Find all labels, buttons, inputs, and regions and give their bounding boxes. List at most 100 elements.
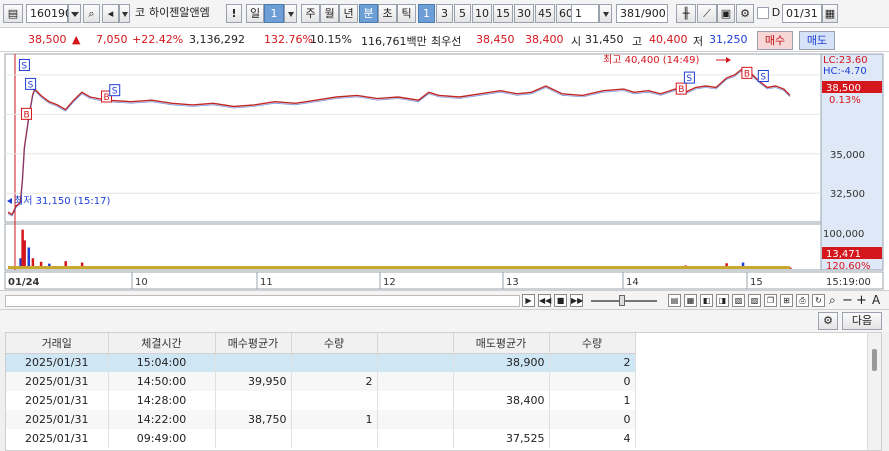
period-minute-button[interactable]: 분	[359, 4, 378, 23]
overlay-icon[interactable]: ◨	[716, 294, 729, 307]
minute-option-5[interactable]: 5	[454, 4, 471, 23]
stop-icon[interactable]: ■	[554, 294, 567, 307]
calendar-icon[interactable]: ▦	[822, 4, 838, 23]
pattern-icon[interactable]: ▧	[732, 294, 745, 307]
price-chart[interactable]: BBBBSSSSS 32,500 35,000 최고 40,400 (14:49)…	[0, 52, 889, 290]
table-row[interactable]: 2025/01/31 14:28:00 38,400 1	[6, 391, 636, 410]
refresh-icon[interactable]: ↻	[812, 294, 825, 307]
print-icon[interactable]: ⎙	[796, 294, 809, 307]
col-exec-time[interactable]: 체결시간	[108, 333, 216, 354]
code-dropdown-button[interactable]	[68, 4, 81, 23]
minute-option-15[interactable]: 15	[493, 4, 513, 23]
chart-canvas[interactable]: BBBBSSSS S 32,50035,000 최고 40,400 (14:49)…	[0, 52, 889, 290]
menu-icon[interactable]: ▤	[3, 4, 23, 23]
scroll-thumb[interactable]	[872, 349, 877, 371]
bar-max: /900	[641, 7, 666, 20]
period-second-button[interactable]: 초	[378, 4, 397, 23]
period-tick-button[interactable]: 틱	[397, 4, 416, 23]
next-button[interactable]: 다음	[842, 312, 882, 330]
high-price: 40,400	[649, 33, 688, 46]
fill-icon[interactable]: ▨	[748, 294, 761, 307]
zoom-slider-handle[interactable]	[619, 295, 625, 306]
scroll-right-icon[interactable]: ▶	[522, 294, 535, 307]
price-change: 7,050	[96, 33, 128, 46]
date-input[interactable]: 01/31	[782, 4, 822, 23]
minute-option-10[interactable]: 10	[472, 4, 492, 23]
cell-buy-qty: 1	[291, 410, 378, 429]
period-week-button[interactable]: 주	[301, 4, 320, 23]
high-annotation: 최고 40,400 (14:49)	[603, 54, 699, 66]
volume-axis-max: 100,000	[823, 229, 864, 240]
volume-current-label: 13,471	[826, 249, 861, 260]
split-icon[interactable]: ◧	[700, 294, 713, 307]
minute-option-45[interactable]: 45	[535, 4, 555, 23]
period-num-input[interactable]: 1	[264, 4, 284, 23]
period-year-button[interactable]: 년	[339, 4, 358, 23]
table-row[interactable]: 2025/01/31 09:49:00 37,525 4	[6, 429, 636, 448]
buy-button[interactable]: 매수	[757, 31, 793, 50]
volume-ratio: 132.76%	[264, 33, 313, 46]
period-dropdown-button[interactable]	[284, 4, 297, 23]
buy-marker-label: B	[744, 69, 750, 79]
volume-rate-label: 120.60%	[826, 261, 871, 272]
date-checkbox[interactable]	[757, 7, 769, 19]
sell-marker-label: S	[21, 61, 27, 71]
table-row[interactable]: 2025/01/31 14:50:00 39,950 2 0	[6, 372, 636, 391]
speaker-icon[interactable]: ◂	[102, 4, 119, 23]
bar-count-input[interactable]: 381/900	[616, 4, 668, 23]
stock-code-input[interactable]: 160190	[26, 4, 72, 23]
cell-blank	[377, 391, 454, 410]
table-row[interactable]: 2025/01/31 14:22:00 38,750 1 0	[6, 410, 636, 429]
col-sell-qty[interactable]: 수량	[549, 333, 636, 354]
date-check-label: D	[771, 6, 781, 19]
zoom-in-icon[interactable]: +	[856, 293, 867, 308]
search-icon[interactable]: ⌕	[83, 4, 100, 23]
count-dropdown-button[interactable]	[599, 4, 612, 23]
magnify-icon[interactable]: ⌕	[829, 293, 836, 308]
gear-icon[interactable]: ⚙	[818, 312, 838, 330]
font-size-icon[interactable]: A	[872, 293, 880, 307]
count-input[interactable]: 1	[571, 4, 599, 23]
save-icon[interactable]: ▣	[717, 4, 735, 23]
open-label: 시	[571, 35, 582, 48]
volume-bar	[27, 247, 31, 269]
copy-icon[interactable]: ❐	[764, 294, 777, 307]
minute-option-3[interactable]: 3	[436, 4, 453, 23]
period-month-button[interactable]: 월	[320, 4, 339, 23]
layout-icon[interactable]: ▤	[668, 294, 681, 307]
vertical-scrollbar[interactable]	[867, 333, 881, 450]
cell-blank	[377, 372, 454, 391]
change-rate: +22.42%	[132, 33, 184, 46]
cell-trade-date: 2025/01/31	[6, 372, 109, 391]
zoom-out-icon[interactable]: −	[842, 293, 853, 308]
fast-forward-icon[interactable]: ▶▶	[570, 294, 583, 307]
chart-toolbar: ▤ 160190 ⌕ ◂ 코 하이젠알앤엠 ! 일 1 주 월 년 분 초 틱 …	[0, 0, 889, 28]
speaker-dropdown-button[interactable]	[119, 4, 130, 23]
minute-option-1[interactable]: 1	[418, 4, 435, 23]
bar-count: 381	[620, 7, 641, 20]
cell-exec-time: 09:49:00	[108, 429, 216, 448]
period-day-button[interactable]: 일	[246, 4, 264, 23]
export-icon[interactable]: ⊞	[780, 294, 793, 307]
candle-tool-icon[interactable]: ╫	[676, 4, 696, 23]
warning-button[interactable]: !	[226, 4, 242, 23]
buy-marker-label: B	[104, 93, 110, 103]
low-label: 저	[693, 35, 704, 48]
grid-icon[interactable]: ▦	[684, 294, 697, 307]
sell-button[interactable]: 매도	[799, 31, 835, 50]
col-buy-qty[interactable]: 수량	[291, 333, 378, 354]
table-row[interactable]: 2025/01/31 15:04:00 38,900 2	[6, 353, 636, 372]
col-sell-avg[interactable]: 매도평균가	[453, 333, 550, 354]
line-draw-icon[interactable]: ⟋	[697, 4, 717, 23]
fast-rewind-icon[interactable]: ◀◀	[538, 294, 551, 307]
time-tick-label: 11	[260, 277, 273, 288]
minute-option-30[interactable]: 30	[514, 4, 534, 23]
high-label: 고	[632, 35, 643, 48]
col-buy-avg[interactable]: 매수평균가	[215, 333, 292, 354]
time-tick-label: 12	[383, 277, 396, 288]
cell-buy-avg	[215, 353, 292, 372]
col-trade-date[interactable]: 거래일	[6, 333, 109, 354]
horizontal-scrollbar[interactable]	[5, 295, 520, 307]
gear-icon[interactable]: ⚙	[736, 4, 754, 23]
sell-marker-label: S	[760, 73, 766, 83]
